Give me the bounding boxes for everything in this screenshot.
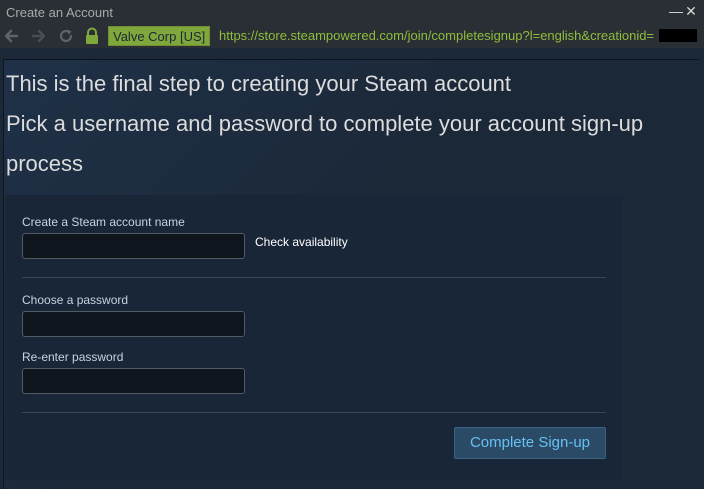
- heading-instructions: Pick a username and password to complete…: [6, 111, 644, 176]
- complete-signup-button[interactable]: Complete Sign-up: [454, 427, 606, 459]
- account-name-label: Create a Steam account name: [22, 215, 185, 229]
- close-button[interactable]: ✕: [684, 3, 698, 19]
- window-title: Create an Account: [6, 5, 113, 20]
- page-heading: This is the final step to creating your …: [6, 64, 696, 184]
- reenter-password-input[interactable]: [22, 368, 245, 394]
- reenter-password-label: Re-enter password: [22, 350, 124, 364]
- navigation-bar: Valve Corp [US] https://store.steampower…: [0, 24, 704, 48]
- page-content: This is the final step to creating your …: [3, 59, 699, 489]
- check-availability-link[interactable]: Check availability: [255, 235, 348, 249]
- form-divider: [22, 277, 606, 278]
- lock-icon: [86, 27, 98, 44]
- window-titlebar: Create an Account — ✕: [0, 0, 704, 24]
- certificate-badge[interactable]: Valve Corp [US]: [108, 26, 211, 46]
- forward-arrow-icon[interactable]: [30, 27, 48, 45]
- account-name-input[interactable]: [22, 233, 245, 259]
- signup-form-panel: Create a Steam account name Check availa…: [5, 195, 622, 480]
- address-url[interactable]: https://store.steampowered.com/join/comp…: [219, 28, 654, 43]
- minimize-button[interactable]: —: [669, 3, 683, 19]
- reload-icon[interactable]: [57, 27, 75, 45]
- password-input[interactable]: [22, 311, 245, 337]
- form-divider: [22, 412, 606, 413]
- password-label: Choose a password: [22, 293, 129, 307]
- heading-final-step: This is the final step to creating your …: [6, 71, 512, 96]
- redacted-url-segment: [659, 29, 697, 42]
- back-arrow-icon[interactable]: [2, 27, 20, 45]
